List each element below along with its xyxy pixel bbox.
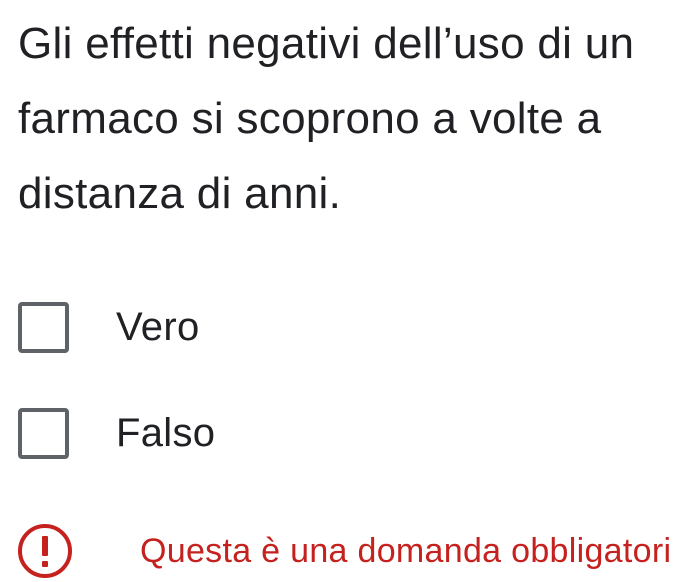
error-text: Questa è una domanda obbligatori [140, 531, 672, 570]
option-label-falso: Falso [116, 411, 216, 455]
checkbox-vero[interactable] [18, 302, 69, 353]
question-text: Gli effetti negativi dell’uso di un farm… [18, 19, 635, 218]
option-falso[interactable]: Falso [18, 408, 215, 459]
exclamation-circle-icon [18, 524, 72, 578]
option-vero[interactable]: Vero [18, 302, 200, 353]
required-error-message: Questa è una domanda obbligatori [16, 522, 671, 580]
checkbox-falso[interactable] [18, 408, 69, 459]
option-label-vero: Vero [116, 305, 200, 349]
